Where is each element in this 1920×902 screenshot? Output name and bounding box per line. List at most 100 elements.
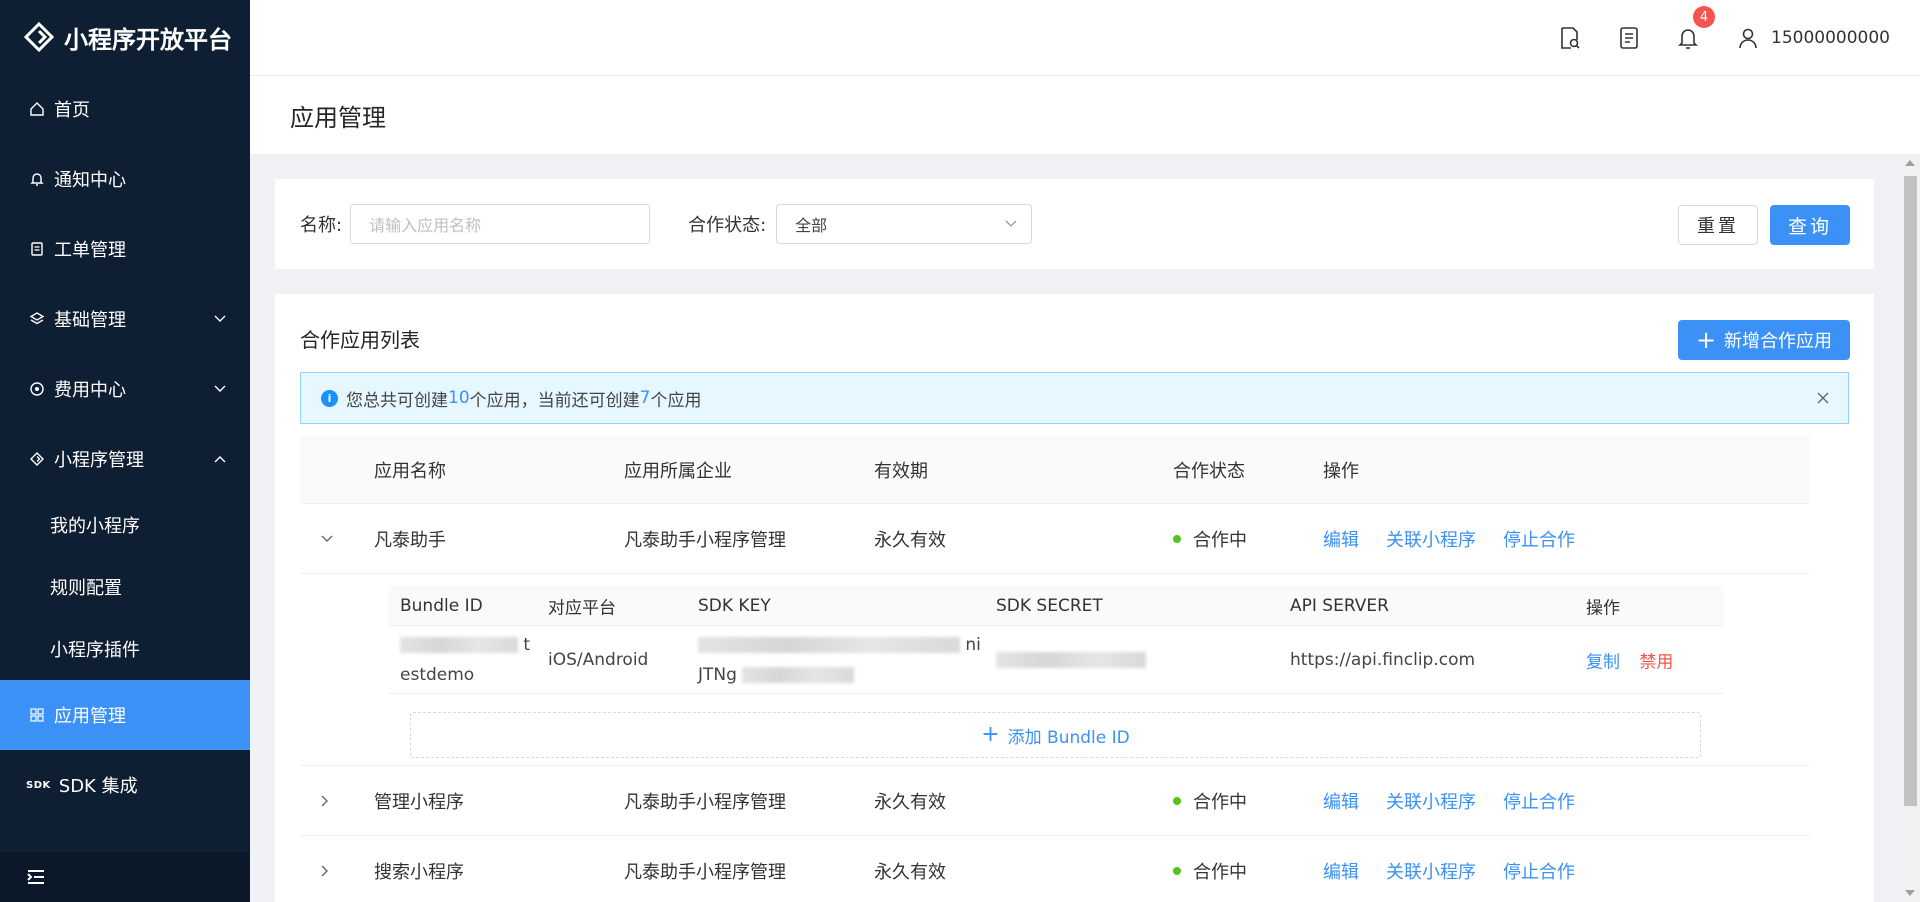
app-table: 应用名称 应用所属企业 有效期 合作状态 操作 凡泰助手 凡泰助手小程序管理 永… — [300, 436, 1810, 902]
menu-fold-icon — [27, 870, 44, 884]
sidebar-subitem-my-miniprograms[interactable]: 我的小程序 — [0, 494, 250, 556]
scroll-up-arrow-icon[interactable] — [1905, 160, 1915, 166]
sidebar-subitem-rules[interactable]: 规则配置 — [0, 556, 250, 618]
app-name-placeholder: 请输入应用名称 — [369, 216, 482, 235]
sdk-key-tail: JTNg — [698, 664, 737, 685]
sidebar-item-basic[interactable]: 基础管理 — [0, 284, 250, 354]
copy-link[interactable]: 复制 — [1586, 652, 1620, 672]
app-validity: 永久有效 — [874, 861, 946, 883]
top-header: 4 15000000000 — [250, 0, 1920, 76]
add-bundle-id-button[interactable]: + 添加 Bundle ID — [410, 712, 1701, 758]
sidebar-item-home[interactable]: 首页 — [0, 74, 250, 144]
list-title: 合作应用列表 — [300, 328, 420, 352]
layers-icon — [26, 308, 48, 330]
sidebar-subitem-label: 小程序插件 — [50, 640, 140, 661]
sidebar-item-sdk[interactable]: SDK SDK 集成 — [0, 750, 250, 820]
add-bundle-label: 添加 Bundle ID — [1007, 727, 1130, 748]
info-icon: i — [321, 389, 338, 407]
app-name: 管理小程序 — [374, 791, 464, 813]
sidebar-item-label: 小程序管理 — [54, 450, 144, 471]
close-icon[interactable] — [1816, 391, 1830, 405]
alert-text-1: 您总共可创建 — [346, 390, 448, 411]
chevron-right-icon[interactable] — [320, 864, 330, 878]
disable-link[interactable]: 禁用 — [1639, 652, 1673, 672]
user-icon — [1739, 28, 1757, 49]
filter-panel: 名称: 请输入应用名称 合作状态: 全部 重置 查询 — [275, 179, 1874, 269]
sdk-key: ni JTNg — [698, 630, 988, 690]
reset-button[interactable]: 重置 — [1678, 205, 1758, 245]
column-header: 合作状态 — [1173, 460, 1245, 482]
sidebar-subitem-label: 我的小程序 — [50, 516, 140, 537]
column-header: Bundle ID — [400, 595, 483, 616]
add-app-label: 新增合作应用 — [1724, 331, 1833, 352]
scroll-down-arrow-icon[interactable] — [1905, 890, 1915, 896]
sidebar-item-label: 工单管理 — [54, 240, 126, 261]
edit-link[interactable]: 编辑 — [1323, 788, 1359, 814]
add-app-button[interactable]: + 新增合作应用 — [1678, 320, 1850, 360]
status-select-value: 全部 — [795, 216, 828, 235]
chevron-down-icon — [214, 385, 226, 392]
sidebar-item-billing[interactable]: 费用中心 — [0, 354, 250, 424]
ticket-icon — [26, 238, 48, 260]
sdk-icon: SDK — [26, 779, 51, 791]
logo[interactable]: 小程序开放平台 — [0, 0, 250, 74]
sidebar-item-tickets[interactable]: 工单管理 — [0, 214, 250, 284]
page-scrollbar[interactable] — [1901, 154, 1920, 902]
page-title: 应用管理 — [290, 103, 386, 132]
sidebar-item-label: 基础管理 — [54, 310, 126, 331]
expanded-row-detail: Bundle ID 对应平台 SDK KEY SDK SECRET API SE… — [300, 574, 1810, 766]
app-list-panel: 合作应用列表 + 新增合作应用 i 您总共可创建 10 个应用，当前还可创建 7… — [275, 294, 1874, 902]
stop-cooperation-link[interactable]: 停止合作 — [1503, 858, 1575, 884]
stop-cooperation-link[interactable]: 停止合作 — [1503, 788, 1575, 814]
plus-icon: + — [981, 722, 1000, 747]
link-miniprogram-link[interactable]: 关联小程序 — [1386, 788, 1476, 814]
alert-total: 10 — [448, 388, 470, 408]
sdk-secret — [996, 650, 1146, 670]
doc-search-button[interactable] — [1559, 26, 1581, 50]
status-dot — [1173, 534, 1181, 543]
link-miniprogram-link[interactable]: 关联小程序 — [1386, 526, 1476, 552]
sidebar-item-label: SDK 集成 — [58, 776, 138, 797]
sidebar-item-miniprogram[interactable]: 小程序管理 — [0, 424, 250, 494]
alert-text-3: 个应用 — [650, 390, 702, 411]
app-enterprise: 凡泰助手小程序管理 — [624, 861, 786, 883]
bell-icon — [1678, 29, 1698, 49]
page-title-bar: 应用管理 — [250, 76, 1920, 154]
grid-icon — [26, 704, 48, 726]
query-button[interactable]: 查询 — [1770, 205, 1850, 245]
app-name-input[interactable]: 请输入应用名称 — [350, 204, 651, 244]
sidebar-item-label: 费用中心 — [54, 380, 126, 401]
sidebar-collapse-button[interactable] — [0, 852, 250, 902]
sidebar-item-notifications[interactable]: 通知中心 — [0, 144, 250, 214]
scrollbar-thumb[interactable] — [1904, 176, 1917, 806]
stop-cooperation-link[interactable]: 停止合作 — [1503, 526, 1575, 552]
redacted-text — [698, 636, 960, 653]
table-row: 凡泰助手 凡泰助手小程序管理 永久有效 合作中 编辑 关联小程序 停止合作 — [300, 504, 1810, 574]
edit-link[interactable]: 编辑 — [1323, 526, 1359, 552]
info-alert: i 您总共可创建 10 个应用，当前还可创建 7 个应用 — [300, 372, 1849, 424]
link-miniprogram-link[interactable]: 关联小程序 — [1386, 858, 1476, 884]
document-icon — [1620, 27, 1638, 49]
sidebar-item-app-management[interactable]: 应用管理 — [0, 680, 250, 750]
diamond-icon — [26, 448, 48, 470]
status-badge: 合作中 — [1173, 788, 1247, 814]
user-menu[interactable]: 15000000000 — [1737, 27, 1890, 49]
status-text: 合作中 — [1193, 861, 1247, 883]
platform: iOS/Android — [548, 649, 649, 670]
document-button[interactable] — [1619, 26, 1639, 50]
app-validity: 永久有效 — [874, 529, 946, 551]
edit-link[interactable]: 编辑 — [1323, 858, 1359, 884]
chevron-down-icon[interactable] — [320, 534, 334, 544]
plus-icon: + — [1695, 326, 1717, 354]
chevron-down-icon — [214, 315, 226, 322]
sidebar-subitem-plugins[interactable]: 小程序插件 — [0, 618, 250, 680]
chevron-right-icon[interactable] — [320, 794, 330, 808]
sidebar-item-label: 首页 — [54, 100, 90, 121]
status-dot — [1173, 796, 1181, 805]
sidebar-item-label: 应用管理 — [54, 706, 126, 727]
alert-text-2: 个应用，当前还可创建 — [469, 390, 640, 411]
notification-badge: 4 — [1693, 6, 1716, 28]
username: 15000000000 — [1771, 28, 1890, 48]
status-select[interactable]: 全部 — [776, 204, 1033, 244]
notification-button[interactable]: 4 — [1677, 6, 1716, 50]
